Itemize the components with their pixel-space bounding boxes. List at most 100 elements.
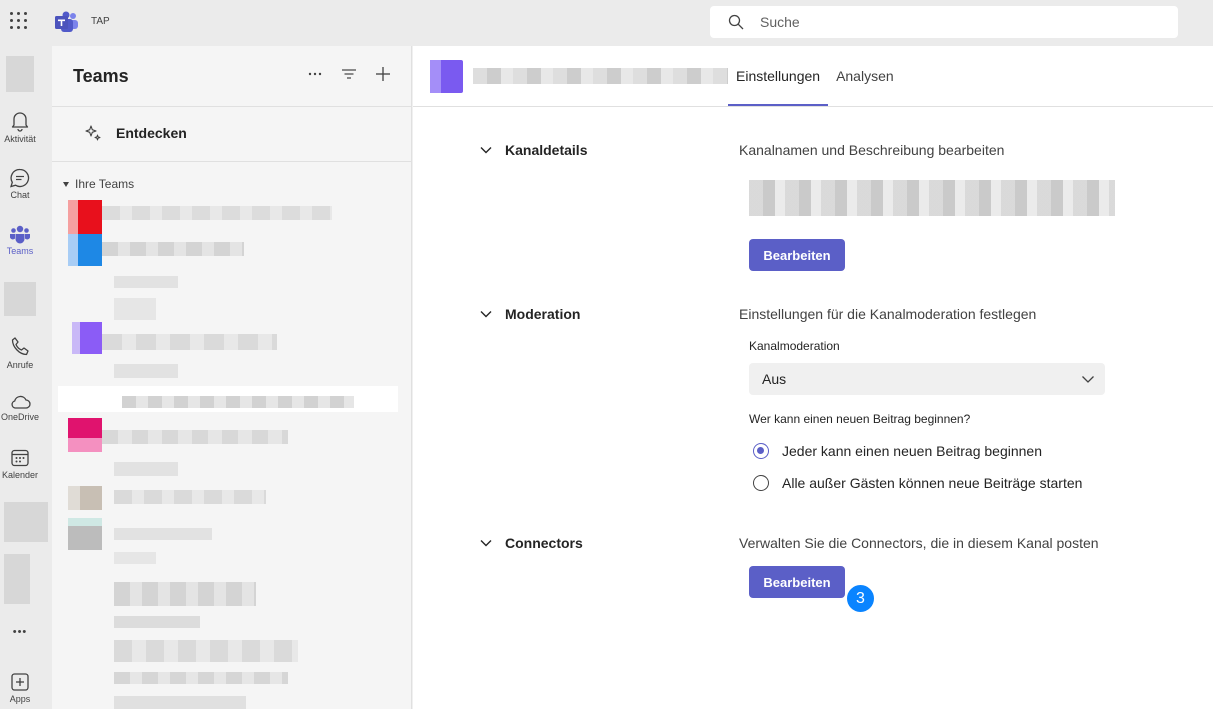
- rail-label: OneDrive: [0, 412, 39, 422]
- tab-analytics[interactable]: Analysen: [828, 46, 902, 106]
- divider: [52, 161, 412, 162]
- top-bar: TAP Suche: [0, 0, 1213, 46]
- section-connectors[interactable]: Connectors: [479, 535, 583, 551]
- channel-description-redacted: [749, 180, 1115, 216]
- section-title: Connectors: [505, 535, 583, 551]
- rail-item-apps[interactable]: Apps: [0, 672, 40, 704]
- add-icon[interactable]: [375, 66, 391, 82]
- channel-name-redacted: [122, 396, 354, 408]
- search-input[interactable]: Suche: [710, 6, 1178, 38]
- panel-actions: [307, 66, 391, 82]
- radio-label: Jeder kann einen neuen Beitrag beginnen: [782, 443, 1042, 459]
- app-launcher-icon[interactable]: [10, 12, 28, 30]
- channel-redacted[interactable]: [114, 298, 156, 320]
- phone-icon: [11, 337, 29, 356]
- team-avatar: [68, 418, 102, 452]
- team-avatar: [68, 486, 102, 510]
- radio-button[interactable]: [753, 475, 769, 491]
- chevron-down-icon: [480, 147, 492, 154]
- chat-icon: [10, 168, 30, 188]
- team-name-redacted[interactable]: [114, 490, 266, 504]
- discover-button[interactable]: Entdecken: [84, 124, 187, 142]
- rail-item-activity[interactable]: Aktivität: [0, 110, 40, 144]
- teams-logo-icon: [55, 11, 78, 32]
- discover-label: Entdecken: [116, 125, 187, 141]
- more-icon: •••: [12, 626, 28, 638]
- filter-icon[interactable]: [341, 66, 357, 82]
- team-name-redacted[interactable]: [102, 242, 244, 256]
- new-post-question: Wer kann einen neuen Beitrag beginnen?: [749, 412, 971, 426]
- avatar[interactable]: [4, 282, 36, 316]
- channel-redacted[interactable]: [114, 616, 200, 628]
- calendar-icon: [11, 449, 29, 467]
- radio-button-checked[interactable]: [753, 443, 769, 459]
- rail-item-teams[interactable]: Teams: [0, 224, 40, 256]
- channel-redacted[interactable]: [114, 552, 156, 564]
- team-name-redacted[interactable]: [102, 430, 288, 444]
- rail-label: Anrufe: [6, 360, 34, 370]
- team-avatar: [72, 322, 102, 354]
- rail-item-calendar[interactable]: Kalender: [0, 448, 40, 480]
- teams-panel: Teams Entdecken Ihre Teams: [52, 46, 412, 709]
- team-name-redacted[interactable]: [102, 206, 332, 220]
- rail-label: Kalender: [1, 470, 39, 480]
- radio-except-guests[interactable]: Alle außer Gästen können neue Beiträge s…: [753, 475, 1082, 491]
- section-title: Moderation: [505, 306, 581, 322]
- teams-icon: [10, 225, 30, 244]
- app-rail: Aktivität Chat Teams Anrufe OneDrive Kal…: [0, 46, 52, 709]
- channel-redacted[interactable]: [114, 462, 178, 476]
- moderation-select[interactable]: Aus: [749, 363, 1105, 395]
- channel-settings-main: Einstellungen Analysen Kanaldetails Kana…: [413, 46, 1213, 709]
- collapse-caret-icon: [63, 181, 69, 187]
- your-teams-header[interactable]: Ihre Teams: [63, 177, 134, 191]
- channel-redacted[interactable]: [114, 672, 288, 684]
- divider: [52, 106, 412, 107]
- section-description: Kanalnamen und Beschreibung bearbeiten: [739, 142, 1005, 158]
- more-options-icon[interactable]: [307, 66, 323, 82]
- rail-item-calls[interactable]: Anrufe: [0, 336, 40, 370]
- bell-icon: [11, 112, 29, 132]
- channel-tabs: Einstellungen Analysen: [728, 46, 902, 106]
- sparkle-icon: [85, 125, 101, 141]
- moderation-select-label: Kanalmoderation: [749, 339, 840, 353]
- radio-label: Alle außer Gästen können neue Beiträge s…: [782, 475, 1083, 491]
- team-avatar: [68, 518, 102, 550]
- more-apps-button[interactable]: •••: [0, 624, 40, 638]
- edit-connectors-button[interactable]: Bearbeiten: [749, 566, 845, 598]
- team-name-redacted[interactable]: [114, 528, 212, 540]
- avatar[interactable]: [4, 502, 48, 542]
- rail-label: Chat: [10, 190, 30, 200]
- section-description: Einstellungen für die Kanalmoderation fe…: [739, 306, 1037, 322]
- team-avatar: [68, 234, 102, 266]
- channel-redacted[interactable]: [114, 276, 178, 288]
- your-teams-label: Ihre Teams: [75, 177, 135, 191]
- channel-redacted[interactable]: [114, 696, 246, 709]
- chevron-down-icon: [1082, 376, 1094, 383]
- channel-redacted[interactable]: [114, 582, 256, 606]
- team-avatar: [68, 200, 102, 234]
- divider: [413, 106, 1213, 107]
- channel-avatar: [430, 60, 463, 93]
- rail-item-chat[interactable]: Chat: [0, 168, 40, 200]
- rail-label: Teams: [6, 246, 34, 256]
- search-icon: [728, 14, 744, 30]
- avatar[interactable]: [4, 554, 30, 604]
- channel-redacted[interactable]: [114, 364, 178, 378]
- chevron-down-icon: [480, 311, 492, 318]
- section-moderation[interactable]: Moderation: [479, 306, 580, 322]
- edit-details-button[interactable]: Bearbeiten: [749, 239, 845, 271]
- section-description: Verwalten Sie die Connectors, die in die…: [739, 535, 1099, 551]
- radio-everyone[interactable]: Jeder kann einen neuen Beitrag beginnen: [753, 443, 1042, 459]
- section-channel-details[interactable]: Kanaldetails: [479, 142, 587, 158]
- tab-settings[interactable]: Einstellungen: [728, 46, 829, 106]
- team-name-redacted[interactable]: [102, 334, 277, 350]
- section-title: Kanaldetails: [505, 142, 588, 158]
- avatar[interactable]: [6, 56, 34, 92]
- search-placeholder: Suche: [760, 14, 800, 30]
- chevron-down-icon: [480, 540, 492, 547]
- channel-redacted[interactable]: [114, 640, 298, 662]
- rail-label: Apps: [9, 694, 31, 704]
- org-label: TAP: [91, 16, 110, 27]
- rail-item-onedrive[interactable]: OneDrive: [0, 394, 40, 422]
- rail-label: Aktivität: [4, 134, 36, 144]
